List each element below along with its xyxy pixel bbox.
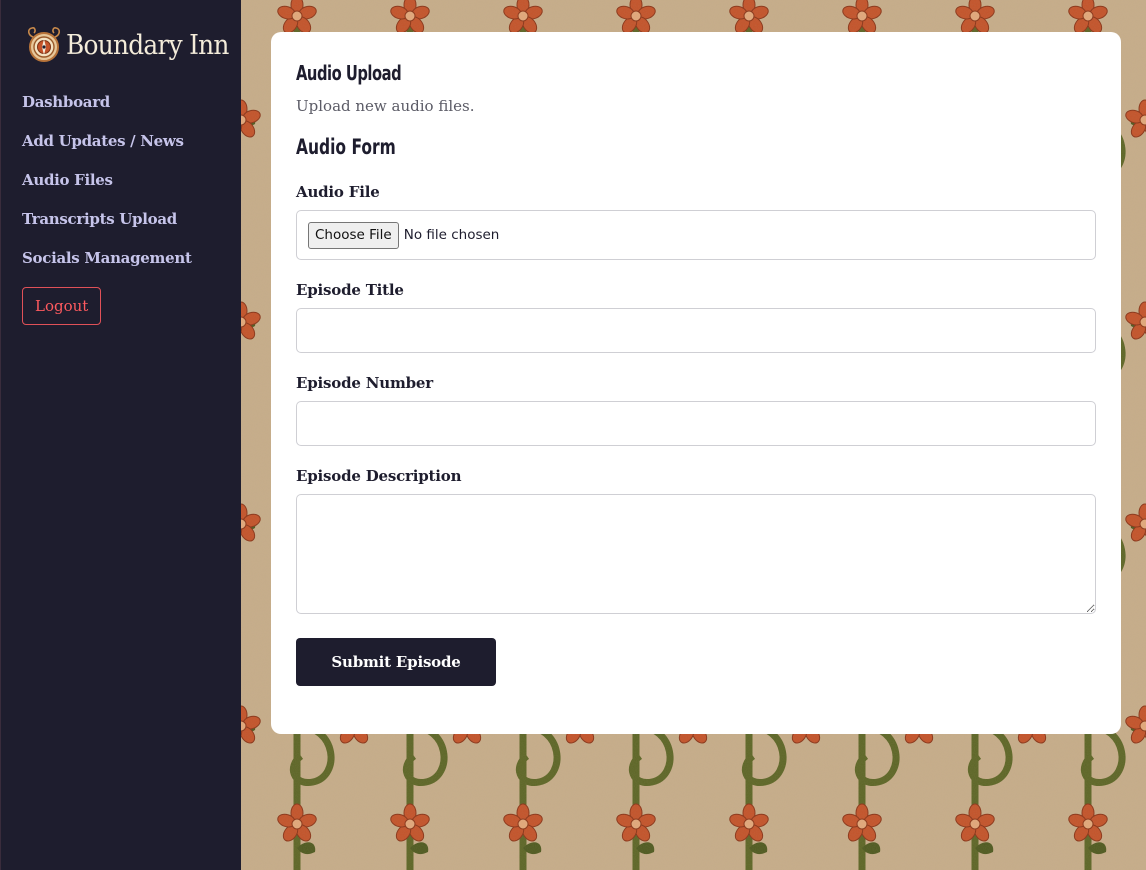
file-status-text: No file chosen xyxy=(403,227,500,243)
episode-title-input[interactable] xyxy=(296,308,1096,353)
submit-episode-button[interactable]: Submit Episode xyxy=(296,638,496,686)
logout-button[interactable]: Logout xyxy=(22,287,102,325)
sidebar-nav: Dashboard Add Updates / News Audio Files… xyxy=(22,92,241,287)
episode-number-label: Episode Number xyxy=(296,374,433,392)
sidebar-item-dashboard[interactable]: Dashboard xyxy=(22,92,241,131)
compass-emblem-icon xyxy=(27,27,61,62)
brand-name: Boundary Inn xyxy=(66,29,229,61)
episode-title-label: Episode Title xyxy=(296,281,404,299)
audio-file-field[interactable]: Choose File No file chosen xyxy=(296,210,1096,260)
audio-file-label: Audio File xyxy=(296,183,380,201)
sidebar-item-transcripts-upload[interactable]: Transcripts Upload xyxy=(22,209,241,248)
audio-upload-card: Audio Upload Upload new audio files. Aud… xyxy=(271,32,1121,734)
page-subtitle: Upload new audio files. xyxy=(296,97,475,115)
sidebar-item-socials-management[interactable]: Socials Management xyxy=(22,248,241,287)
sidebar: Boundary Inn Dashboard Add Updates / New… xyxy=(0,0,241,870)
brand[interactable]: Boundary Inn xyxy=(24,24,241,66)
episode-number-input[interactable] xyxy=(296,401,1096,446)
sidebar-item-add-updates-news[interactable]: Add Updates / News xyxy=(22,131,241,170)
episode-description-textarea[interactable] xyxy=(296,494,1096,614)
choose-file-button[interactable]: Choose File xyxy=(308,221,399,249)
page-title: Audio Upload xyxy=(296,61,402,85)
section-title: Audio Form xyxy=(296,135,396,159)
episode-description-label: Episode Description xyxy=(296,467,462,485)
audio-form: Audio File Choose File No file chosen Ep… xyxy=(296,182,1096,686)
sidebar-item-audio-files[interactable]: Audio Files xyxy=(22,170,241,209)
